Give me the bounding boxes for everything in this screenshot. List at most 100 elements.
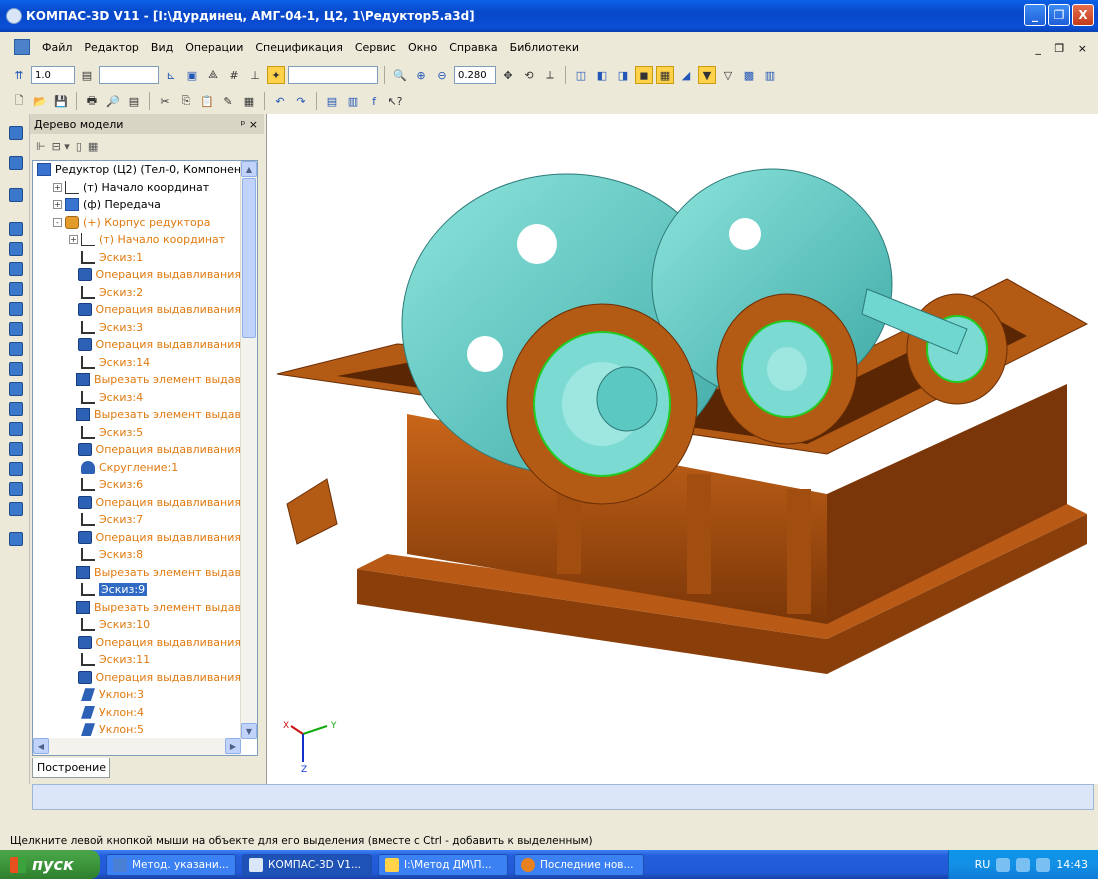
tree-item[interactable]: Операция выдавливания bbox=[33, 494, 241, 512]
format-icon[interactable]: ✎ bbox=[219, 92, 237, 110]
tree-settings-icon[interactable]: ▦ bbox=[88, 140, 98, 153]
print-setup-icon[interactable]: ▤ bbox=[125, 92, 143, 110]
tree-item[interactable]: Операция выдавливания bbox=[33, 301, 241, 319]
paste-icon[interactable]: 📋 bbox=[198, 92, 216, 110]
pan-icon[interactable]: ✥ bbox=[499, 66, 517, 84]
thin-lines-icon[interactable]: ◨ bbox=[614, 66, 632, 84]
tree-item[interactable]: Эскиз:14 bbox=[33, 354, 241, 372]
tree-item[interactable]: + (ф) Передача bbox=[33, 196, 241, 214]
maximize-button[interactable]: ❐ bbox=[1048, 4, 1070, 26]
tree-scroll-thumb[interactable] bbox=[242, 178, 256, 338]
tree-item[interactable]: - (+) Корпус редуктора bbox=[33, 214, 241, 232]
gearbox-3d-model[interactable]: X Y Z bbox=[267, 114, 1098, 784]
menu-view[interactable]: Вид bbox=[151, 41, 173, 54]
menu-operations[interactable]: Операции bbox=[185, 41, 243, 54]
tree-item[interactable]: Операция выдавливания bbox=[33, 336, 241, 354]
tree-item[interactable]: Эскиз:8 bbox=[33, 546, 241, 564]
tree-item[interactable]: Уклон:3 bbox=[33, 686, 241, 704]
shaded-icon[interactable]: ◼ bbox=[635, 66, 653, 84]
tree-item[interactable]: Вырезать элемент выдав bbox=[33, 371, 241, 389]
zoom-window-icon[interactable]: 🔍 bbox=[391, 66, 409, 84]
extrude-tool-icon[interactable] bbox=[9, 222, 23, 236]
tree-horizontal-scrollbar[interactable]: ◀ ▶ bbox=[33, 738, 241, 755]
housing-rib[interactable] bbox=[687, 474, 711, 594]
rib-tool-icon[interactable] bbox=[9, 422, 23, 436]
tree-view-icon[interactable]: ⊟ ▾ bbox=[52, 140, 70, 153]
tree-item[interactable]: Уклон:4 bbox=[33, 704, 241, 722]
model-viewport[interactable]: X Y Z bbox=[266, 114, 1098, 784]
scroll-right-icon[interactable]: ▶ bbox=[225, 738, 241, 754]
tree-vertical-scrollbar[interactable]: ▲ ▼ bbox=[240, 161, 257, 739]
redo-icon[interactable]: ↷ bbox=[292, 92, 310, 110]
minimize-button[interactable]: _ bbox=[1024, 4, 1046, 26]
taskbar-item-kompas[interactable]: КОМПАС-3D V1... bbox=[242, 853, 372, 876]
tab-construction[interactable]: Построение bbox=[32, 758, 110, 778]
properties-bar[interactable] bbox=[32, 784, 1094, 810]
cut-extrude-tool-icon[interactable] bbox=[9, 302, 23, 316]
filter-icon[interactable]: ▼ bbox=[698, 66, 716, 84]
shell-tool-icon[interactable] bbox=[9, 402, 23, 416]
wireframe-icon[interactable]: ◫ bbox=[572, 66, 590, 84]
close-button[interactable]: X bbox=[1072, 4, 1094, 26]
tree-item[interactable]: Эскиз:4 bbox=[33, 389, 241, 407]
undo-icon[interactable]: ↶ bbox=[271, 92, 289, 110]
expand-icon[interactable]: + bbox=[53, 182, 62, 192]
menu-editor[interactable]: Редактор bbox=[84, 41, 139, 54]
tray-network-icon[interactable] bbox=[996, 857, 1011, 872]
hole-tool-icon[interactable] bbox=[9, 382, 23, 396]
sketch-tools-icon[interactable] bbox=[9, 156, 23, 170]
print-icon[interactable]: 🖶 bbox=[83, 92, 101, 110]
zoom-input[interactable]: 0.280 bbox=[454, 66, 496, 84]
manager-icon[interactable]: ▦ bbox=[240, 92, 258, 110]
selection-filter-icon[interactable]: ▽ bbox=[719, 66, 737, 84]
tree-item[interactable]: Скругление:1 bbox=[33, 459, 241, 477]
panel-pin-close[interactable]: ᵖ × bbox=[241, 118, 258, 131]
step-icon[interactable]: ⇈ bbox=[10, 66, 28, 84]
tree-item[interactable]: Вырезать элемент выдав bbox=[33, 599, 241, 617]
menu-file[interactable]: Файл bbox=[42, 41, 72, 54]
cursor-coordinates-input[interactable] bbox=[288, 66, 378, 84]
sketch-mode-icon[interactable]: ⊾ bbox=[162, 66, 180, 84]
kinematic-tool-icon[interactable] bbox=[9, 262, 23, 276]
zoom-out-icon[interactable]: ⊖ bbox=[433, 66, 451, 84]
tray-app-icon[interactable] bbox=[1036, 857, 1051, 872]
tree-item[interactable]: Уклон:5 bbox=[33, 721, 241, 739]
shaded-edges-icon[interactable]: ▦ bbox=[656, 66, 674, 84]
expand-icon[interactable]: + bbox=[53, 200, 62, 210]
tree-item[interactable]: Эскиз:6 bbox=[33, 476, 241, 494]
open-icon[interactable]: 📂 bbox=[31, 92, 49, 110]
menu-help[interactable]: Справка bbox=[449, 41, 497, 54]
ortho-icon[interactable]: ✦ bbox=[267, 66, 285, 84]
menu-window[interactable]: Окно bbox=[408, 41, 437, 54]
housing-lifting-lug[interactable] bbox=[286, 478, 338, 545]
scroll-left-icon[interactable]: ◀ bbox=[33, 738, 49, 754]
kompas-app-icon[interactable] bbox=[6, 8, 22, 24]
chamfer-tool-icon[interactable] bbox=[9, 362, 23, 376]
cut-rotate-tool-icon[interactable] bbox=[9, 322, 23, 336]
housing-rib[interactable] bbox=[787, 489, 811, 614]
menu-libraries[interactable]: Библиотеки bbox=[510, 41, 579, 54]
tree-item[interactable]: Эскиз:11 bbox=[33, 651, 241, 669]
tray-volume-icon[interactable] bbox=[1016, 857, 1031, 872]
local-cs-icon[interactable]: ⊥ bbox=[246, 66, 264, 84]
section-tool-icon[interactable] bbox=[9, 502, 23, 516]
rotate-icon[interactable]: ⟲ bbox=[520, 66, 538, 84]
expand-icon[interactable]: + bbox=[69, 235, 78, 245]
variables-icon[interactable]: ▤ bbox=[323, 92, 341, 110]
tree-item[interactable]: Вырезать элемент выдав bbox=[33, 564, 241, 582]
mirror-tool-icon[interactable] bbox=[9, 482, 23, 496]
save-icon[interactable]: 💾 bbox=[52, 92, 70, 110]
properties-icon[interactable]: ▥ bbox=[761, 66, 779, 84]
draft-tool-icon[interactable] bbox=[9, 442, 23, 456]
tree-item[interactable]: Операция выдавливания bbox=[33, 441, 241, 459]
hidden-lines-icon[interactable]: ◧ bbox=[593, 66, 611, 84]
tree-item[interactable]: Операция выдавливания bbox=[33, 669, 241, 687]
zoom-in-icon[interactable]: ⊕ bbox=[412, 66, 430, 84]
step-input[interactable]: 1.0 bbox=[31, 66, 75, 84]
menu-specification[interactable]: Спецификация bbox=[255, 41, 342, 54]
tree-item[interactable]: Операция выдавливания bbox=[33, 266, 241, 284]
snap-icon[interactable]: ⟁ bbox=[204, 66, 222, 84]
grid-icon[interactable]: # bbox=[225, 66, 243, 84]
layer-icon[interactable]: ▤ bbox=[78, 66, 96, 84]
preview-icon[interactable]: 🔎 bbox=[104, 92, 122, 110]
